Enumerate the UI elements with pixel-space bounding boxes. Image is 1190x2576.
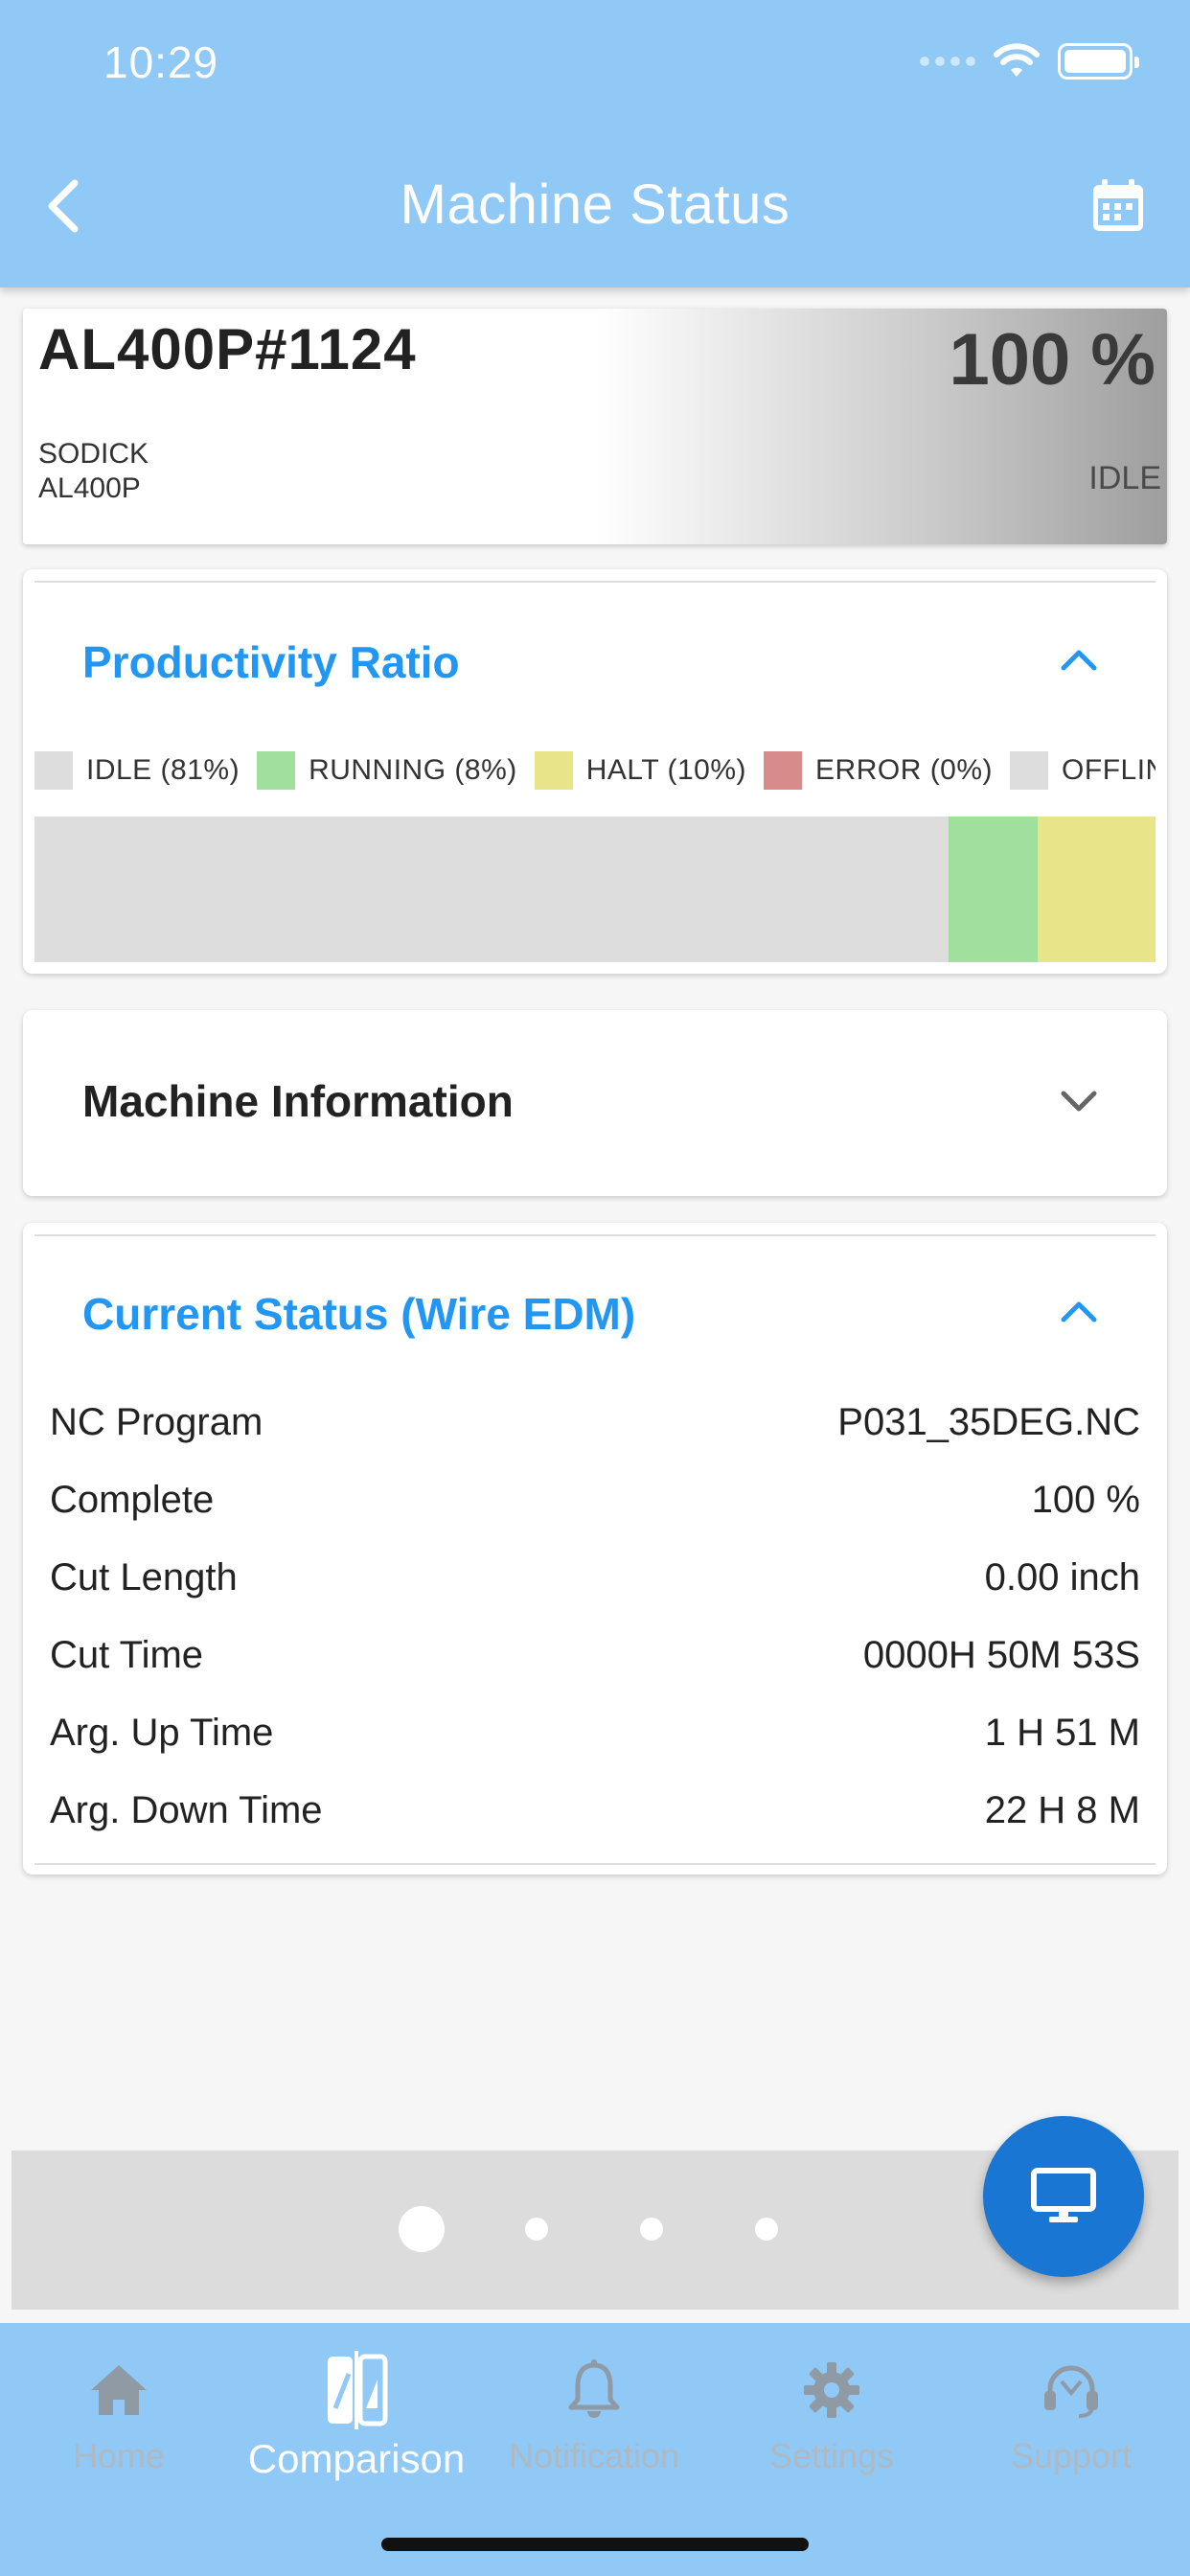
nav-home[interactable]: Home: [0, 2352, 238, 2476]
status-rows: NC Program P031_35DEG.NC Complete 100 % …: [50, 1384, 1140, 1850]
machine-percent: 100 %: [949, 319, 1156, 401]
page-dot-active[interactable]: [399, 2206, 445, 2252]
status-value: P031_35DEG.NC: [837, 1401, 1140, 1443]
wifi-icon: [994, 43, 1040, 77]
calendar-icon: [1093, 179, 1143, 231]
machine-state: IDLE: [1088, 460, 1161, 496]
gear-icon: [804, 2362, 859, 2418]
legend-item: IDLE (81%): [34, 751, 240, 790]
legend-item: HALT (10%): [534, 751, 747, 790]
nav-label: Support: [1010, 2436, 1133, 2475]
legend-label: ERROR (0%): [815, 754, 994, 786]
status-label: Cut Time: [50, 1634, 204, 1676]
page-dot[interactable]: [640, 2218, 663, 2241]
comparison-icon: [328, 2351, 388, 2429]
legend-label: IDLE (81%): [86, 754, 240, 786]
ratio-segment-idle: [34, 816, 949, 962]
app-root: 10:29 Machine Status AL400P#1124 SODICK …: [0, 0, 1190, 2576]
nav-label: Home: [72, 2436, 166, 2475]
status-value: 1 H 51 M: [984, 1712, 1140, 1754]
monitor-fab-button[interactable]: [983, 2116, 1144, 2277]
status-row-cut-time: Cut Time 0000H 50M 53S: [50, 1617, 1140, 1694]
legend-swatch: [34, 751, 73, 790]
status-label: Arg. Up Time: [50, 1712, 274, 1754]
status-row-complete: Complete 100 %: [50, 1461, 1140, 1539]
panel-divider: [34, 1863, 1156, 1865]
legend-label: HALT (10%): [585, 754, 747, 786]
machine-info-panel[interactable]: Machine Information: [23, 1010, 1167, 1196]
legend-item: ERROR (0%): [764, 751, 993, 790]
machine-brand-model: SODICK AL400P: [38, 437, 149, 506]
legend-swatch: [1010, 751, 1049, 790]
headset-icon: [1044, 2365, 1098, 2418]
app-header: 10:29 Machine Status: [0, 0, 1190, 288]
nav-settings[interactable]: Settings: [713, 2352, 950, 2476]
productivity-ratio-bar: [34, 816, 1156, 962]
productivity-title[interactable]: Productivity Ratio: [82, 636, 460, 688]
status-value: 0000H 50M 53S: [862, 1634, 1140, 1676]
page-dot[interactable]: [525, 2218, 548, 2241]
ratio-segment-running: [948, 816, 1039, 962]
chevron-down-icon: [1061, 1091, 1097, 1112]
page-title: Machine Status: [400, 173, 790, 236]
bell-icon: [568, 2359, 620, 2418]
status-label: Arg. Down Time: [50, 1789, 323, 1831]
monitor-icon: [1031, 2168, 1096, 2222]
status-label: Complete: [50, 1479, 215, 1521]
machine-info-expand-button[interactable]: [1058, 1081, 1100, 1123]
status-time: 10:29: [103, 37, 219, 87]
legend-item: OFFLINE: [1010, 751, 1156, 790]
page-dot[interactable]: [755, 2218, 778, 2241]
chevron-up-icon: [1061, 1301, 1097, 1322]
machine-summary-card[interactable]: AL400P#1124 SODICK AL400P 100 % IDLE: [23, 309, 1167, 544]
chevron-up-icon: [1061, 650, 1097, 671]
machine-model: AL400P: [38, 472, 141, 504]
panel-divider: [34, 581, 1156, 583]
legend-swatch: [257, 751, 296, 790]
calendar-button[interactable]: [1085, 172, 1152, 240]
machine-id: AL400P#1124: [38, 317, 417, 381]
status-label: Cut Length: [50, 1556, 238, 1598]
status-value: 22 H 8 M: [984, 1789, 1140, 1831]
productivity-panel: Productivity Ratio IDLE (81%) RUNNING (8%…: [23, 569, 1167, 974]
signal-icon: [920, 57, 975, 66]
nav-label: Settings: [768, 2436, 895, 2475]
machine-info-title[interactable]: Machine Information: [82, 1075, 514, 1127]
status-value: 100 %: [1031, 1479, 1140, 1521]
status-icons: [920, 42, 1139, 80]
legend-swatch: [764, 751, 803, 790]
status-row-nc-program: NC Program P031_35DEG.NC: [50, 1384, 1140, 1461]
home-indicator: [381, 2538, 809, 2551]
status-row-up-time: Arg. Up Time 1 H 51 M: [50, 1694, 1140, 1772]
legend-swatch: [534, 751, 573, 790]
nav-notification[interactable]: Notification: [475, 2352, 713, 2476]
nav-comparison[interactable]: Comparison: [238, 2351, 475, 2482]
productivity-legend: IDLE (81%) RUNNING (8%) HALT (10%) ERROR (0…: [34, 751, 1156, 794]
current-status-title[interactable]: Current Status (Wire EDM): [82, 1288, 635, 1340]
status-label: NC Program: [50, 1401, 263, 1443]
nav-support[interactable]: Support: [952, 2352, 1190, 2476]
nav-label: Comparison: [247, 2436, 466, 2481]
current-status-panel: Current Status (Wire EDM) NC Program P03…: [23, 1223, 1167, 1874]
panel-divider: [34, 1234, 1156, 1236]
productivity-collapse-button[interactable]: [1058, 638, 1100, 680]
status-value: 0.00 inch: [984, 1556, 1140, 1598]
ratio-segment-halt: [1038, 816, 1156, 962]
status-row-cut-length: Cut Length 0.00 inch: [50, 1539, 1140, 1617]
nav-label: Notification: [508, 2436, 680, 2475]
machine-brand: SODICK: [38, 438, 149, 470]
legend-label: OFFLINE: [1062, 754, 1156, 786]
status-row-down-time: Arg. Down Time 22 H 8 M: [50, 1772, 1140, 1850]
current-status-collapse-button[interactable]: [1058, 1290, 1100, 1332]
battery-icon: [1058, 43, 1139, 80]
home-icon: [91, 2365, 147, 2415]
legend-item: RUNNING (8%): [257, 751, 517, 790]
legend-label: RUNNING (8%): [309, 754, 517, 786]
